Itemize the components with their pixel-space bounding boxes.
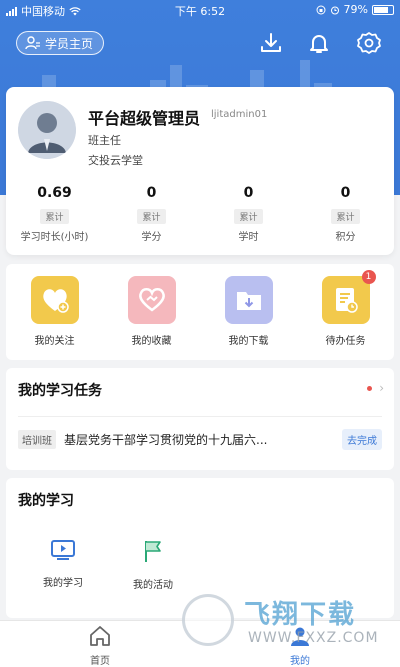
user-name: 平台超级管理员	[88, 109, 201, 128]
stat-tag: 累计	[40, 209, 69, 224]
stat-label: 学时	[238, 232, 259, 243]
stat-value: 0.69	[37, 185, 72, 201]
flag-icon	[145, 541, 161, 562]
my-follows-button[interactable]: 我的关注	[6, 264, 103, 360]
task-type-tag: 培训班	[18, 429, 56, 449]
home-icon	[90, 626, 110, 646]
study-item-label: 我的学习	[43, 578, 83, 589]
follow-heart-icon	[30, 276, 79, 324]
user-organization: 交投云学堂	[88, 154, 143, 167]
user-role: 班主任	[88, 134, 121, 147]
student-homepage-button[interactable]: 学员主页	[16, 31, 105, 55]
new-task-dot	[367, 386, 372, 391]
quick-action-label: 我的下载	[228, 336, 269, 347]
todo-count-badge: 1	[361, 270, 376, 284]
settings-gear-icon[interactable]	[356, 30, 382, 56]
stat-points[interactable]: 0 累计 积分	[297, 185, 394, 243]
stat-class-hours[interactable]: 0 累计 学时	[200, 185, 297, 243]
my-study-item[interactable]: 我的学习	[28, 538, 98, 589]
favorite-heart-icon	[127, 276, 176, 324]
quick-actions: 我的关注 我的收藏 我的下载 1 待办任务	[6, 264, 394, 360]
watermark-title: 飞翔下载	[244, 600, 357, 630]
stat-tag: 累计	[331, 209, 360, 224]
todo-tasks-button[interactable]: 1 待办任务	[297, 264, 394, 360]
bell-icon[interactable]	[306, 30, 332, 56]
profile-card: 平台超级管理员 ljitadmin01 班主任 交投云学堂 0.69 累计 学习…	[6, 87, 394, 255]
chevron-right-icon[interactable]: ›	[379, 381, 384, 395]
tab-home[interactable]: 首页	[0, 621, 200, 667]
battery-percent: 79%	[343, 3, 368, 16]
study-item-label: 我的活动	[133, 580, 173, 591]
watermark-url: WWW.FXXZ.COM	[248, 630, 379, 646]
stat-label: 积分	[335, 232, 356, 243]
complete-task-button[interactable]: 去完成	[342, 428, 382, 450]
lock-rotation-icon	[316, 5, 326, 14]
video-play-icon	[51, 540, 75, 560]
battery-icon	[372, 4, 394, 15]
download-folder-icon	[224, 276, 273, 324]
task-title: 基层党务干部学习贯彻党的十九届六...	[64, 432, 268, 447]
stat-tag: 累计	[234, 209, 263, 224]
quick-action-label: 我的收藏	[131, 336, 172, 347]
watermark-logo	[182, 594, 234, 646]
stat-tag: 累计	[137, 209, 166, 224]
stat-label: 学习时长(小时)	[20, 232, 89, 243]
user-icon	[25, 36, 40, 50]
quick-action-label: 待办任务	[325, 336, 366, 347]
stat-label: 学分	[141, 232, 162, 243]
quick-action-label: 我的关注	[34, 336, 75, 347]
status-bar: 中国移动 下午 6:52 79%	[0, 0, 400, 20]
tab-label: 首页	[90, 656, 110, 667]
task-item[interactable]: 培训班 基层党务干部学习贯彻党的十九届六... 去完成	[18, 428, 382, 450]
alarm-icon	[330, 6, 339, 14]
todo-document-icon: 1	[321, 270, 376, 324]
download-icon[interactable]	[258, 30, 284, 56]
stat-study-hours[interactable]: 0.69 累计 学习时长(小时)	[6, 185, 103, 243]
avatar[interactable]	[18, 101, 76, 159]
stat-value: 0	[340, 185, 351, 201]
my-activities-item[interactable]: 我的活动	[118, 538, 188, 591]
user-account: ljitadmin01	[211, 109, 268, 120]
my-favorites-button[interactable]: 我的收藏	[103, 264, 200, 360]
my-study-title: 我的学习	[18, 493, 74, 509]
stats-row: 0.69 累计 学习时长(小时) 0 累计 学分 0 累计 学时 0 累计 积分	[6, 185, 394, 243]
stat-value: 0	[243, 185, 254, 201]
student-homepage-label: 学员主页	[45, 36, 94, 51]
learning-tasks-title: 我的学习任务	[18, 383, 102, 399]
stat-value: 0	[146, 185, 157, 201]
default-avatar-icon	[18, 101, 76, 159]
stat-credits[interactable]: 0 累计 学分	[103, 185, 200, 243]
divider	[18, 416, 382, 417]
learning-tasks-card: 我的学习任务 › 培训班 基层党务干部学习贯彻党的十九届六... 去完成	[6, 368, 394, 470]
my-downloads-button[interactable]: 我的下载	[200, 264, 297, 360]
watermark: 飞翔下载 WWW.FXXZ.COM	[178, 592, 400, 667]
